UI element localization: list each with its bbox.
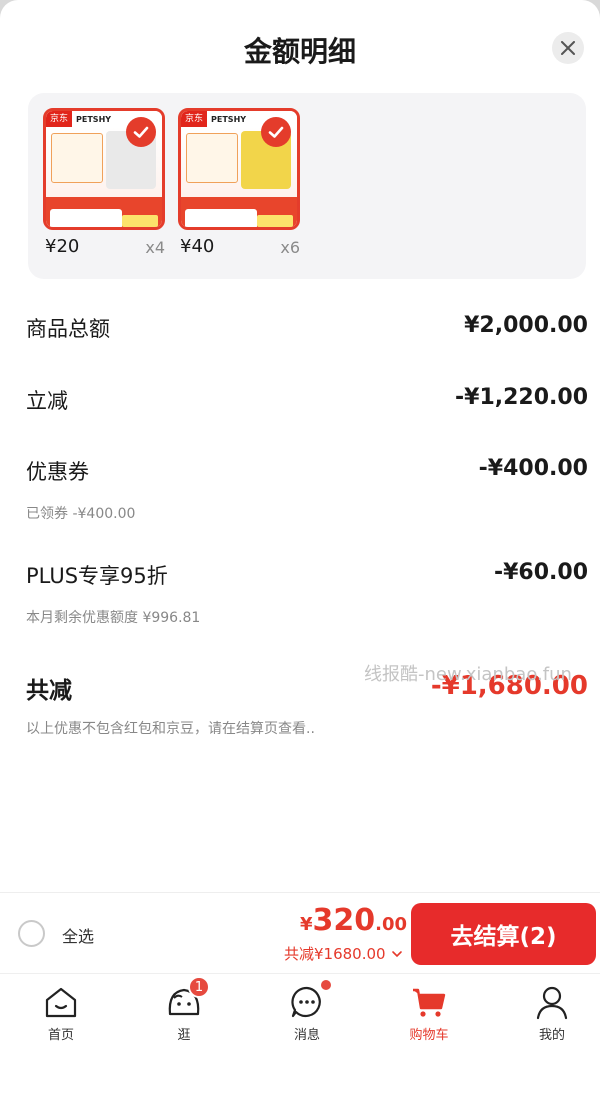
total-cut-toggle[interactable]: 共减¥1680.00 (284, 943, 403, 964)
product-item[interactable]: 京东 PETSHY ¥20 x4 (43, 108, 165, 262)
sheet-title: 金额明细 (243, 35, 356, 68)
coupon-note: 已领券 -¥400.00 (26, 506, 136, 522)
selected-check-icon[interactable] (126, 117, 156, 147)
tab-label: 购物车 (409, 1028, 449, 1043)
instant-discount-label: 立减 (26, 389, 68, 413)
promo-card (51, 133, 103, 183)
cart-checkout-bar: 全选 ¥320.00 共减¥1680.00 去结算(2) (0, 893, 600, 973)
promo-banner (46, 197, 162, 227)
explore-face-icon: 1 (164, 976, 210, 1022)
total-discount-note: 以上优惠不包含红包和京豆，请在结算页查看.. (26, 721, 315, 737)
brand-name: PETSHY (76, 114, 112, 124)
tab-home[interactable]: 首页 (16, 982, 106, 1043)
coupon-amount: -¥400.00 (478, 456, 588, 481)
jd-brand-tag: 京东 (46, 111, 73, 127)
unread-dot (321, 980, 331, 990)
product-quantity: x4 (145, 238, 165, 257)
subtotal-amount: ¥2,000.00 (464, 313, 588, 338)
bottom-tab-bar: 首页 1 逛 消息 购物车 我的 (0, 974, 600, 1094)
home-icon (41, 982, 81, 1022)
close-icon (561, 41, 575, 55)
brand-name: PETSHY (211, 114, 247, 124)
tab-label: 我的 (538, 1028, 565, 1043)
notification-badge: 1 (188, 976, 210, 998)
total-cut-text: 共减¥1680.00 (284, 945, 386, 963)
jd-brand-tag: 京东 (181, 111, 208, 127)
tab-explore[interactable]: 1 逛 (139, 976, 229, 1043)
message-icon (287, 980, 331, 1022)
product-thumbnail[interactable]: 京东 PETSHY (43, 108, 165, 230)
close-button[interactable] (552, 32, 584, 64)
coupon-label: 优惠券 (26, 460, 89, 484)
cart-icon (409, 982, 449, 1022)
chevron-down-icon (391, 950, 402, 957)
amount-detail-sheet: 金额明细 京东 PETSHY ¥20 x4 京东 PETSHY ¥40 x6 商… (0, 0, 600, 892)
selected-check-icon[interactable] (261, 117, 291, 147)
total-discount-label: 共减 (26, 678, 72, 704)
product-thumbnail[interactable]: 京东 PETSHY (178, 108, 300, 230)
subtotal-label: 商品总额 (26, 317, 110, 341)
product-price: ¥20 (45, 236, 80, 257)
instant-discount-amount: -¥1,220.00 (455, 385, 588, 410)
product-item[interactable]: 京东 PETSHY ¥40 x6 (178, 108, 300, 262)
tab-label: 首页 (47, 1028, 74, 1043)
select-all-radio[interactable] (18, 920, 45, 947)
plus-discount-label: PLUS专享95折 (26, 564, 168, 588)
checkout-button[interactable]: 去结算(2) (411, 903, 596, 965)
total-price: ¥320.00 (300, 903, 408, 938)
product-price: ¥40 (180, 236, 215, 257)
promo-card (186, 133, 238, 183)
plus-discount-amount: -¥60.00 (493, 560, 588, 585)
plus-quota-note: 本月剩余优惠额度 ¥996.81 (26, 610, 201, 626)
selected-products-panel: 京东 PETSHY ¥20 x4 京东 PETSHY ¥40 x6 (28, 93, 586, 279)
profile-icon (532, 982, 572, 1022)
select-all-label[interactable]: 全选 (62, 923, 94, 947)
tab-label: 消息 (293, 1028, 320, 1043)
tab-label: 逛 (177, 1028, 191, 1043)
tab-messages[interactable]: 消息 (262, 980, 352, 1043)
promo-banner (181, 197, 297, 227)
watermark-text: 线报酷-new.xianbao.fun (364, 664, 572, 685)
product-quantity: x6 (280, 238, 300, 257)
tab-profile[interactable]: 我的 (507, 982, 597, 1043)
tab-cart[interactable]: 购物车 (384, 982, 474, 1043)
